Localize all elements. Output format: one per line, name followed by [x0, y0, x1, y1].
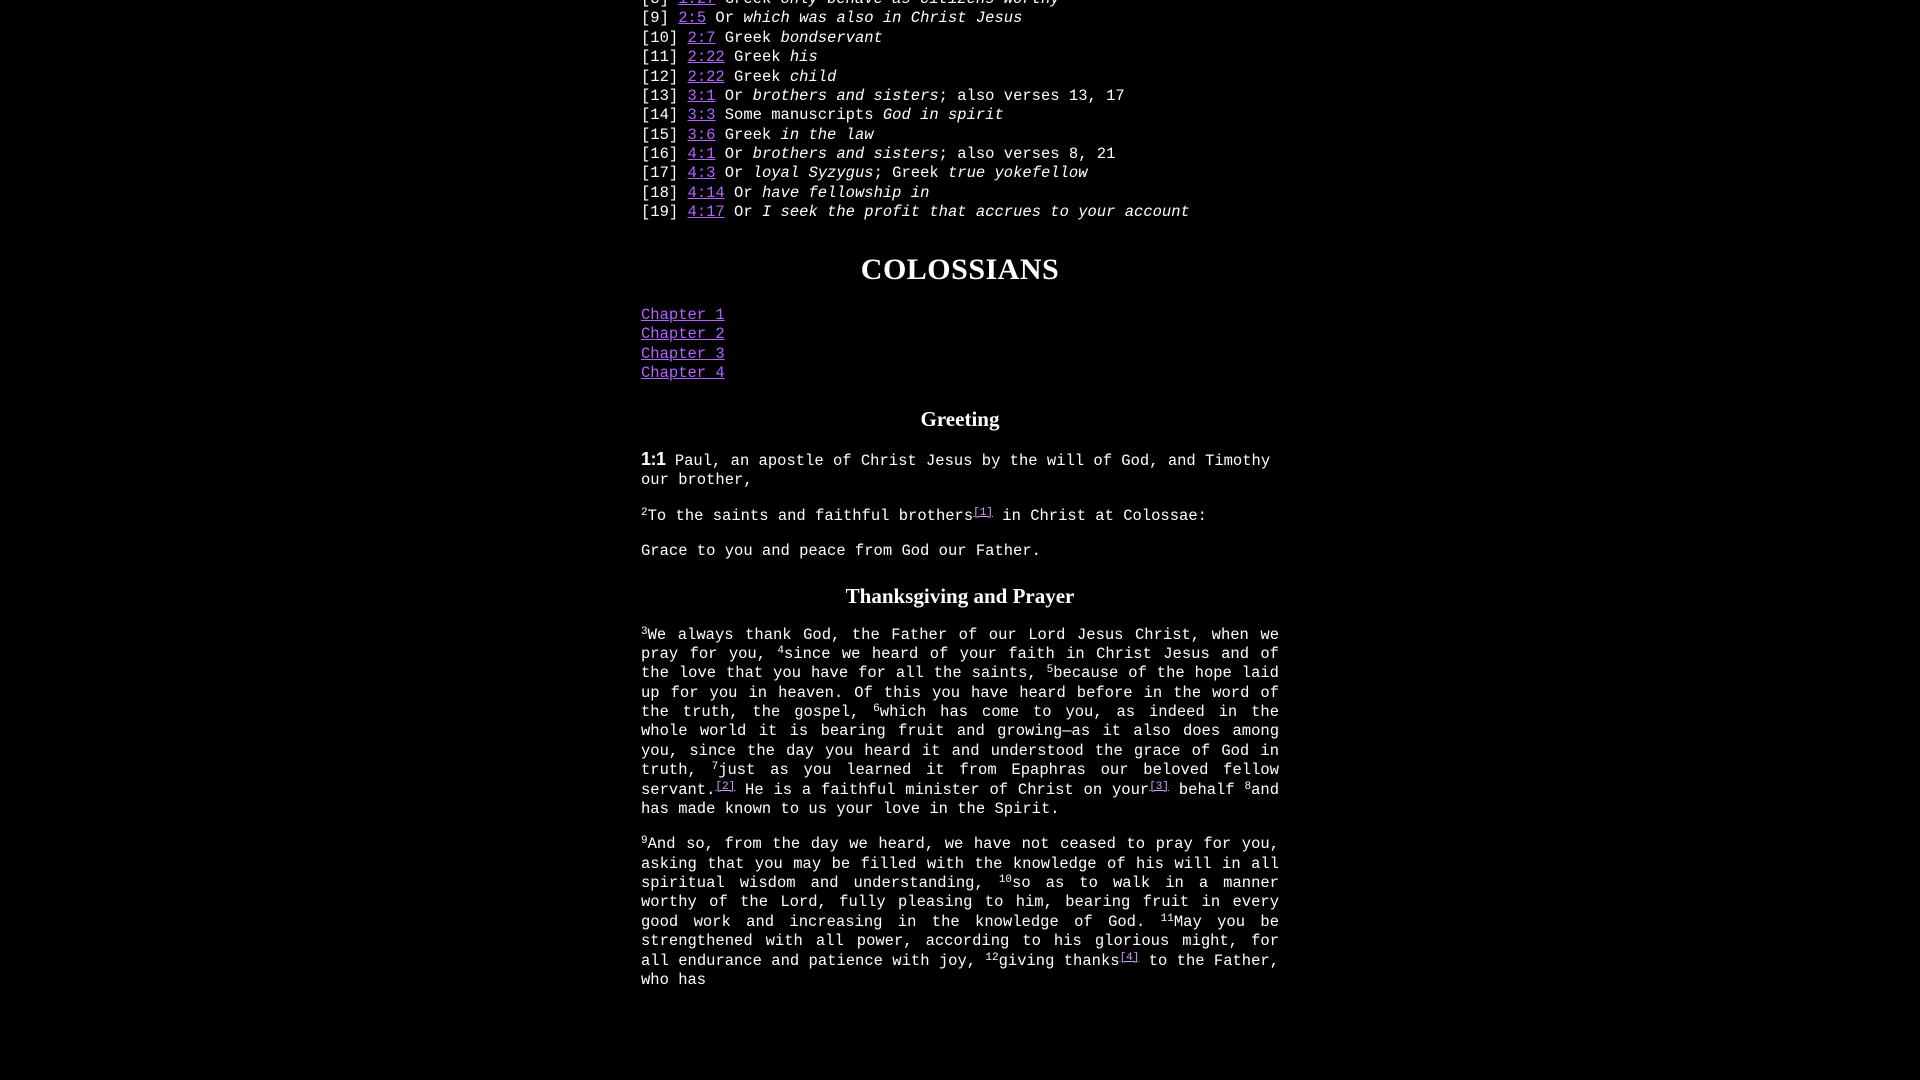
footnote-verse-link[interactable]: 1:27 [678, 0, 715, 8]
footnote-row: [10] 2:7 Greek bondservant [641, 29, 1279, 48]
footnote-row: [11] 2:22 Greek his [641, 48, 1279, 67]
footnote-row: [17] 4:3 Or loyal Syzygus; Greek true yo… [641, 164, 1279, 183]
footnote-row: [13] 3:1 Or brothers and sisters; also v… [641, 87, 1279, 106]
footnote-ref-1[interactable]: [1] [973, 507, 993, 519]
footnote-index: [12] [641, 68, 688, 86]
verse-number: 11 [1161, 913, 1174, 925]
footnote-row: [8] 1:27 Greek only behave as citizens w… [641, 0, 1279, 9]
footnote-index: [8] [641, 0, 678, 8]
footnote-index: [15] [641, 126, 688, 144]
footnote-row: [15] 3:6 Greek in the law [641, 126, 1279, 145]
footnote-verse-link[interactable]: 3:6 [688, 126, 716, 144]
footnote-verse-link[interactable]: 4:14 [688, 184, 725, 202]
footnote-index: [13] [641, 87, 688, 105]
chapter-link[interactable]: Chapter 2 [641, 325, 725, 343]
verse-number: 2 [641, 507, 648, 519]
footnote-verse-link[interactable]: 2:22 [688, 48, 725, 66]
footnote-verse-link[interactable]: 2:22 [688, 68, 725, 86]
footnote-index: [18] [641, 184, 688, 202]
chapter-link[interactable]: Chapter 1 [641, 306, 725, 324]
footnote-row: [18] 4:14 Or have fellowship in [641, 184, 1279, 203]
footnote-index: [17] [641, 164, 688, 182]
footnote-row: [9] 2:5 Or which was also in Christ Jesu… [641, 9, 1279, 28]
chapter-links: Chapter 1Chapter 2 Chapter 3Chapter 4 [641, 306, 1279, 384]
footnote-row: [16] 4:1 Or brothers and sisters; also v… [641, 145, 1279, 164]
verse-grace: Grace to you and peace from God our Fath… [641, 542, 1279, 561]
footnote-ref-4[interactable]: [4] [1120, 952, 1140, 964]
footnote-verse-link[interactable]: 4:1 [688, 145, 716, 163]
section-heading-greeting: Greeting [641, 406, 1279, 432]
footnote-verse-link[interactable]: 4:17 [688, 203, 725, 221]
book-title: COLOSSIANS [641, 251, 1279, 289]
footnote-ref-3[interactable]: [3] [1149, 781, 1169, 793]
footnote-ref-2[interactable]: [2] [715, 781, 735, 793]
chapter-link[interactable]: Chapter 3 [641, 345, 725, 363]
section-heading-thanksgiving: Thanksgiving and Prayer [641, 583, 1279, 609]
verse-number: 3 [641, 626, 648, 638]
footnote-verse-link[interactable]: 2:7 [688, 29, 716, 47]
verse-number: 9 [641, 835, 648, 847]
paragraph-thanksgiving-1: 3We always thank God, the Father of our … [641, 626, 1279, 820]
verse-number: 6 [873, 703, 880, 715]
footnote-verse-link[interactable]: 3:1 [688, 87, 716, 105]
verse-number: 10 [999, 874, 1012, 886]
paragraph-thanksgiving-2: 9And so, from the day we heard, we have … [641, 835, 1279, 990]
verse-1-2: 2To the saints and faithful brothers[1] … [641, 507, 1279, 526]
footnote-list: [8] 1:27 Greek only behave as citizens w… [641, 0, 1279, 223]
footnote-index: [11] [641, 48, 688, 66]
footnote-verse-link[interactable]: 3:3 [688, 106, 716, 124]
chapter-link[interactable]: Chapter 4 [641, 364, 725, 382]
footnote-index: [19] [641, 203, 688, 221]
verse-number: 12 [985, 952, 998, 964]
chapter-number: 1 [641, 449, 651, 469]
footnote-row: [14] 3:3 Some manuscripts God in spirit [641, 106, 1279, 125]
footnote-index: [16] [641, 145, 688, 163]
footnote-index: [14] [641, 106, 688, 124]
footnote-index: [9] [641, 9, 678, 27]
footnote-row: [19] 4:17 Or I seek the profit that accr… [641, 203, 1279, 222]
footnote-verse-link[interactable]: 4:3 [688, 164, 716, 182]
footnote-verse-link[interactable]: 2:5 [678, 9, 706, 27]
footnote-index: [10] [641, 29, 688, 47]
verse-1-1: 1:1 Paul, an apostle of Christ Jesus by … [641, 448, 1279, 491]
footnote-row: [12] 2:22 Greek child [641, 68, 1279, 87]
